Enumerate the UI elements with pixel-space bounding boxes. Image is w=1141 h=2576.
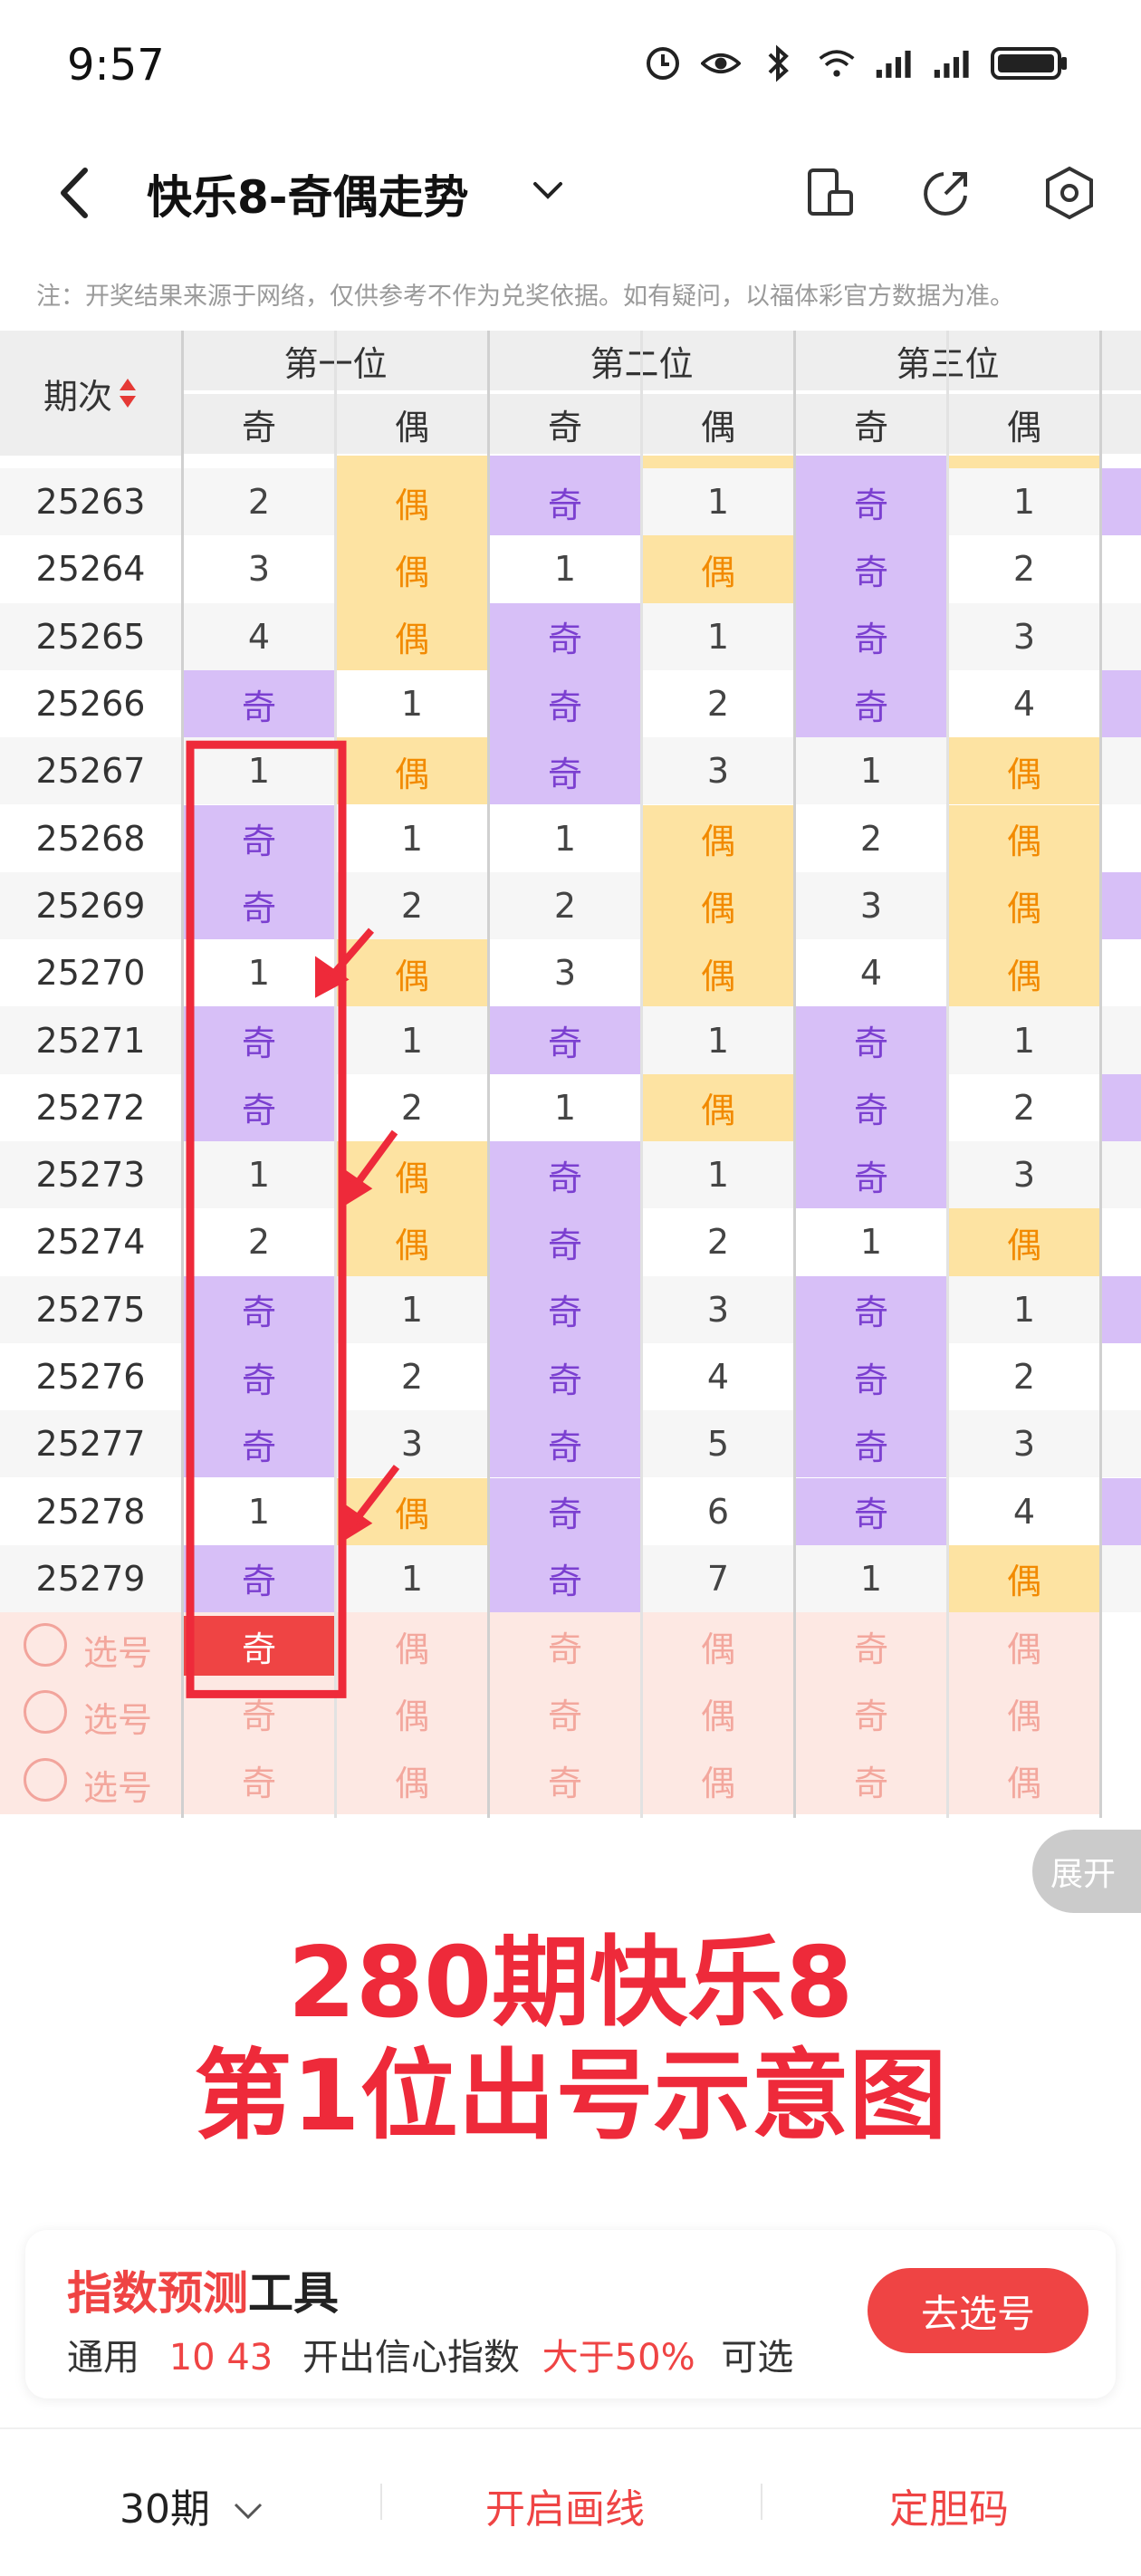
tool-sub-suffix: 可选 bbox=[721, 2337, 794, 2379]
signal-icon bbox=[875, 43, 915, 83]
go-pick-button[interactable]: 去选号 bbox=[868, 2268, 1088, 2353]
page-title[interactable]: 快乐8-奇偶走势 bbox=[147, 161, 469, 226]
device-switch-icon[interactable] bbox=[801, 163, 860, 223]
eye-icon bbox=[701, 43, 741, 83]
status-bar: 9:57 bbox=[0, 0, 1141, 136]
divider bbox=[380, 2484, 382, 2520]
highlight-box bbox=[186, 740, 347, 1698]
bottom-toolbar: 30期 开启画线 定胆码 bbox=[0, 2427, 1141, 2576]
share-icon[interactable] bbox=[916, 163, 976, 223]
alarm-icon bbox=[643, 43, 683, 83]
divider bbox=[761, 2484, 762, 2520]
period-selector[interactable]: 30期 bbox=[120, 2476, 264, 2534]
tool-sub-prefix: 通用 bbox=[67, 2337, 139, 2379]
chevron-down-icon[interactable] bbox=[530, 172, 566, 208]
expand-button[interactable]: 展开 bbox=[1032, 1830, 1141, 1913]
settings-icon[interactable] bbox=[1040, 163, 1099, 223]
tool-subtitle: 通用 10 43 开出信心指数 大于50% 可选 bbox=[67, 2328, 793, 2380]
trend-table: 期次 第一位 第二位 第三位奇偶奇偶奇偶 25263 2 偶奇 1 奇 1 25264 3 偶 1 偶奇 2 2… bbox=[0, 331, 1141, 1818]
wifi-icon bbox=[817, 43, 857, 83]
battery-icon bbox=[991, 43, 1069, 83]
chevron-down-icon bbox=[234, 2503, 263, 2520]
disclaimer-notice: 注：开奖结果来源于网络，仅供参考不作为兑奖依据。如有疑问，以福体彩官方数据为准。 bbox=[36, 283, 1014, 311]
draw-line-button[interactable]: 开启画线 bbox=[485, 2476, 645, 2534]
app-header: 快乐8-奇偶走势 bbox=[0, 136, 1141, 249]
tool-sub-numbers: 10 43 bbox=[168, 2337, 273, 2379]
tool-title-rest: 工具 bbox=[248, 2267, 339, 2320]
tool-sub-highlight: 大于50% bbox=[542, 2337, 695, 2379]
status-time: 9:57 bbox=[67, 40, 165, 91]
tool-title: 指数预测工具 bbox=[67, 2257, 339, 2322]
tool-title-highlight: 指数预测 bbox=[67, 2267, 248, 2320]
signal-icon-2 bbox=[933, 43, 973, 83]
overlay-title-line1: 280期快乐8 bbox=[287, 1927, 854, 2040]
overlay-title-line2: 第1位出号示意图 bbox=[194, 2040, 947, 2153]
status-icons bbox=[643, 43, 1069, 83]
index-prediction-card[interactable]: 指数预测工具 通用 10 43 开出信心指数 大于50% 可选 去选号 bbox=[25, 2230, 1116, 2398]
tool-sub-middle: 开出信心指数 bbox=[302, 2337, 520, 2379]
period-selector-label: 30期 bbox=[120, 2486, 210, 2533]
back-button[interactable] bbox=[49, 161, 103, 225]
bluetooth-icon bbox=[759, 43, 799, 83]
fix-code-button[interactable]: 定胆码 bbox=[889, 2476, 1009, 2534]
arrow-icon bbox=[315, 928, 400, 1544]
annotation-overlay bbox=[186, 740, 400, 1698]
